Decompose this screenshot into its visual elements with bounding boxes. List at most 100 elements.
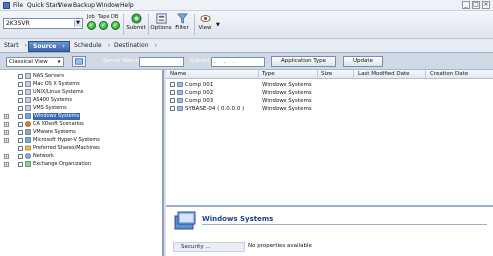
job-label: Job xyxy=(87,14,95,20)
checkbox[interactable] xyxy=(170,82,175,87)
checkbox[interactable] xyxy=(18,74,23,79)
menu-file[interactable]: File xyxy=(13,2,23,9)
job-status-icon[interactable]: ✓ xyxy=(87,21,96,30)
menu-bar: File Quick Start View Backup Window Help… xyxy=(0,0,493,11)
db-status-icon[interactable]: ✓ xyxy=(111,21,120,30)
view-label: View xyxy=(198,25,212,31)
view-dropdown-icon[interactable]: ▼ xyxy=(216,22,220,28)
checkbox[interactable] xyxy=(18,162,23,167)
tree-item-unix-linux[interactable]: UNIX/Linux Systems xyxy=(0,89,164,96)
tree-item-vmware[interactable]: + VMware Systems xyxy=(0,129,164,136)
list-row[interactable]: Comp 002 Windows Systems xyxy=(166,89,493,97)
checkbox[interactable] xyxy=(170,106,175,111)
menu-help[interactable]: Help xyxy=(120,2,134,9)
refresh-button[interactable] xyxy=(72,56,86,67)
checkbox[interactable] xyxy=(170,90,175,95)
close-button[interactable]: × xyxy=(482,1,490,9)
tree-item-hyper-v[interactable]: + Microsoft Hyper-V Systems xyxy=(0,137,164,144)
tree-item-network[interactable]: + Network xyxy=(0,153,164,160)
security-button[interactable]: Security ... xyxy=(173,242,245,252)
view-button[interactable]: View xyxy=(197,12,213,38)
checkbox[interactable] xyxy=(18,114,23,119)
list-row[interactable]: Comp 001 Windows Systems xyxy=(166,81,493,89)
detail-title: Windows Systems xyxy=(202,215,274,223)
windows-systems-icon xyxy=(174,211,196,230)
menu-quick-start[interactable]: Quick Start xyxy=(27,2,61,9)
tree-item-ca-xosoft[interactable]: + CA XOsoft Scenarios xyxy=(0,121,164,128)
tab-bar: Start › Source › Schedule › Destination › xyxy=(0,39,493,53)
chevron-right-icon: › xyxy=(154,42,157,49)
expand-icon[interactable]: + xyxy=(4,162,9,167)
subnet-input[interactable]: . . . xyxy=(211,57,265,67)
tab-source-label: Source xyxy=(33,43,57,50)
tree-item-as400[interactable]: AS400 Systems xyxy=(0,97,164,104)
checkbox[interactable] xyxy=(18,98,23,103)
tab-schedule[interactable]: Schedule › xyxy=(70,41,110,52)
column-divider[interactable] xyxy=(353,70,354,79)
expand-icon[interactable]: + xyxy=(4,122,9,127)
tree-item-preferred-shares[interactable]: Preferred Shares/Machines xyxy=(0,145,164,152)
menu-window[interactable]: Window xyxy=(96,2,120,9)
checkbox[interactable] xyxy=(170,98,175,103)
list-row[interactable]: Comp 003 Windows Systems xyxy=(166,97,493,105)
tree-item-label: CA XOsoft Scenarios xyxy=(33,121,84,127)
options-button[interactable]: Options xyxy=(150,12,172,38)
server-icon xyxy=(25,97,31,103)
list-row[interactable]: SYBASE-04 ( 0.0.0.0 ) Windows Systems xyxy=(166,105,493,113)
expand-icon[interactable]: + xyxy=(4,114,9,119)
computer-icon xyxy=(177,82,183,87)
expand-icon[interactable]: + xyxy=(4,130,9,135)
checkbox[interactable] xyxy=(18,90,23,95)
tree-item-label: Microsoft Hyper-V Systems xyxy=(33,137,100,143)
tree-item-exchange[interactable]: + Exchange Organization xyxy=(0,161,164,168)
column-header-creation-date[interactable]: Creation Date xyxy=(430,71,468,77)
tree-item-vms[interactable]: VMS Systems xyxy=(0,105,164,112)
checkbox[interactable] xyxy=(18,82,23,87)
checkbox[interactable] xyxy=(18,138,23,143)
tree-item-nas-servers[interactable]: NAS Servers xyxy=(0,73,164,80)
column-divider[interactable] xyxy=(317,70,318,79)
view-mode-select[interactable]: Classical View ▼ xyxy=(6,57,64,67)
divider xyxy=(202,224,487,225)
eye-icon xyxy=(199,15,211,22)
chevron-down-icon[interactable]: ▼ xyxy=(74,20,81,27)
tab-destination[interactable]: Destination › xyxy=(110,41,157,52)
checkbox[interactable] xyxy=(18,106,23,111)
toolbar: 2K3SVR ▼ Job Tape DB ✓ ✓ ✓ Submit Option… xyxy=(0,11,493,39)
menu-backup[interactable]: Backup xyxy=(73,2,95,9)
subnet-label: Subnet xyxy=(190,58,210,64)
column-header-size[interactable]: Size xyxy=(321,71,332,77)
expand-icon[interactable]: + xyxy=(4,154,9,159)
computer-icon xyxy=(177,98,183,103)
server-name-input[interactable] xyxy=(139,57,184,67)
view-mode-value: Classical View xyxy=(9,59,48,65)
column-header-type[interactable]: Type xyxy=(262,71,275,77)
restore-button[interactable]: □ xyxy=(472,1,480,9)
application-type-button[interactable]: Application Type xyxy=(271,56,336,67)
submit-button[interactable]: Submit xyxy=(126,12,146,38)
toolbar-separator xyxy=(148,14,149,35)
tape-status-icon[interactable]: ✓ xyxy=(99,21,108,30)
checkbox[interactable] xyxy=(18,122,23,127)
update-button[interactable]: Update xyxy=(343,56,383,67)
column-divider[interactable] xyxy=(258,70,259,79)
scenario-icon xyxy=(25,121,31,127)
filter-button[interactable]: Filter xyxy=(174,12,190,38)
column-divider[interactable] xyxy=(425,70,426,79)
tab-source[interactable]: Source › xyxy=(28,41,70,52)
tab-start[interactable]: Start › xyxy=(0,41,28,52)
expand-icon[interactable]: + xyxy=(4,138,9,143)
server-select[interactable]: 2K3SVR ▼ xyxy=(3,18,83,29)
minimize-button[interactable]: _ xyxy=(462,1,470,9)
tab-start-label: Start xyxy=(4,42,19,49)
tree-item-mac-os-x[interactable]: Mac OS X Systems xyxy=(0,81,164,88)
column-header-name[interactable]: Name xyxy=(170,71,186,77)
menu-view[interactable]: View xyxy=(58,2,72,9)
checkbox[interactable] xyxy=(18,154,23,159)
column-header-last-modified[interactable]: Last Modified Date xyxy=(358,71,410,77)
tree-item-windows-systems[interactable]: + Windows Systems xyxy=(0,113,164,120)
checkbox[interactable] xyxy=(18,130,23,135)
refresh-icon xyxy=(75,58,83,65)
checkbox[interactable] xyxy=(18,146,23,151)
chevron-down-icon[interactable]: ▼ xyxy=(56,59,62,65)
